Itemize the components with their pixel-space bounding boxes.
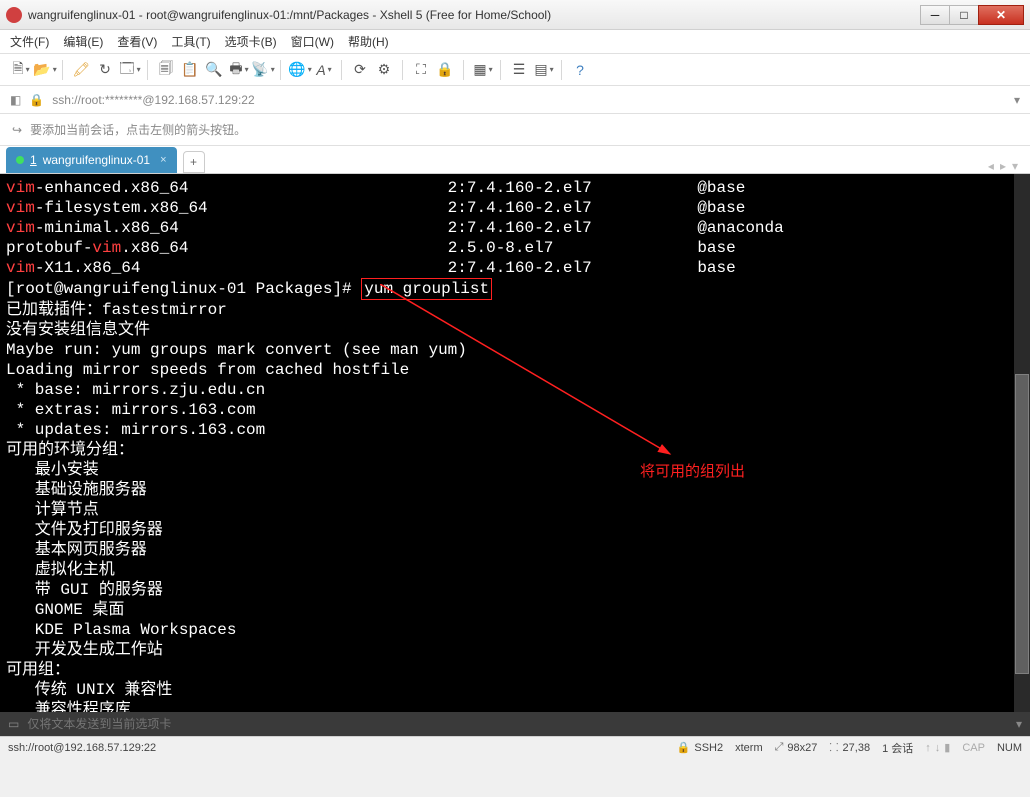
copy-icon[interactable]: 🗐	[156, 60, 176, 80]
tab-next-icon[interactable]: ▸	[1000, 159, 1006, 173]
annotation-text: 将可用的组列出	[640, 462, 745, 482]
minimize-button[interactable]	[920, 5, 950, 25]
layout-icon[interactable]: ▦	[472, 60, 492, 80]
send-target-icon[interactable]: ▭	[8, 717, 19, 731]
add-tab-button[interactable]: +	[183, 151, 205, 173]
window-buttons	[921, 5, 1024, 25]
hint-arrow-icon[interactable]: ↪	[12, 123, 22, 137]
send-input[interactable]	[27, 717, 1008, 731]
bar-icon[interactable]: ▮	[944, 741, 950, 754]
separator	[147, 60, 148, 80]
addr-tab-icon[interactable]: ◧	[10, 93, 21, 107]
globe-icon[interactable]: 🌐	[289, 60, 309, 80]
new-session-icon[interactable]: 🗎	[10, 60, 30, 80]
hint-bar: ↪ 要添加当前会话，点击左侧的箭头按钮。	[0, 114, 1030, 146]
status-pos: 27,38	[843, 742, 871, 754]
session-tab[interactable]: 1 wangruifenglinux-01 ×	[6, 147, 177, 173]
separator	[463, 60, 464, 80]
titlebar: wangruifenglinux-01 - root@wangruifengli…	[0, 0, 1030, 30]
print-icon[interactable]: 🖶	[228, 60, 248, 80]
list-icon[interactable]: ☰	[509, 60, 529, 80]
maximize-button[interactable]	[949, 5, 979, 25]
tab-prev-icon[interactable]: ◂	[988, 159, 994, 173]
separator	[500, 60, 501, 80]
separator	[280, 60, 281, 80]
font-icon[interactable]: A	[313, 60, 333, 80]
search-icon[interactable]: 🔍	[204, 60, 224, 80]
tab-menu-icon[interactable]: ▾	[1012, 159, 1018, 173]
properties-icon[interactable]: 🗔	[119, 60, 139, 80]
status-sessions: 1 会话	[882, 740, 913, 756]
tab-number: 1	[30, 153, 37, 167]
tab-close-icon[interactable]: ×	[160, 154, 166, 166]
app-icon	[6, 7, 22, 23]
status-term: xterm	[735, 742, 763, 754]
menu-tabs[interactable]: 选项卡(B)	[225, 33, 277, 50]
menu-edit[interactable]: 编辑(E)	[63, 33, 103, 50]
script-icon[interactable]: ⚙	[374, 60, 394, 80]
status-num: NUM	[997, 742, 1022, 754]
window-title: wangruifenglinux-01 - root@wangruifengli…	[28, 8, 921, 22]
menu-view[interactable]: 查看(V)	[117, 33, 157, 50]
menubar: 文件(F) 编辑(E) 查看(V) 工具(T) 选项卡(B) 窗口(W) 帮助(…	[0, 30, 1030, 54]
broadcast-icon[interactable]: 📡	[252, 60, 272, 80]
close-button[interactable]	[978, 5, 1024, 25]
tab-label: wangruifenglinux-01	[43, 153, 150, 167]
terminal-scrollbar[interactable]	[1014, 174, 1030, 712]
lock-icon: 🔒	[29, 93, 44, 107]
separator	[62, 60, 63, 80]
status-dot-icon	[16, 156, 24, 164]
address-bar: ◧ 🔒 ssh://root:********@192.168.57.129:2…	[0, 86, 1030, 114]
terminal[interactable]: vim-enhanced.x86_64 2:7.4.160-2.el7 @bas…	[0, 174, 1030, 712]
menu-file[interactable]: 文件(F)	[10, 33, 49, 50]
lock-icon[interactable]: 🔒	[435, 60, 455, 80]
separator	[341, 60, 342, 80]
paste-icon[interactable]: 📋	[180, 60, 200, 80]
menu-tools[interactable]: 工具(T)	[171, 33, 210, 50]
tab-nav: ◂ ▸ ▾	[982, 159, 1024, 173]
send-menu-icon[interactable]: ▾	[1016, 717, 1022, 731]
status-size: 98x27	[787, 742, 817, 754]
menu-help[interactable]: 帮助(H)	[348, 33, 389, 50]
highlight-icon[interactable]: 🖍	[71, 60, 91, 80]
transfer-icon[interactable]: ⟳	[350, 60, 370, 80]
pos-icon: ⸬	[829, 740, 838, 755]
size-icon: ⤢	[775, 741, 784, 754]
down-arrow-icon[interactable]: ↓	[935, 742, 941, 754]
hint-text: 要添加当前会话，点击左侧的箭头按钮。	[30, 121, 246, 138]
help-icon[interactable]: ?	[570, 60, 590, 80]
reconnect-icon[interactable]: ↻	[95, 60, 115, 80]
menu-window[interactable]: 窗口(W)	[291, 33, 334, 50]
separator	[402, 60, 403, 80]
status-ssh: SSH2	[694, 742, 723, 754]
grid-icon[interactable]: ▤	[533, 60, 553, 80]
open-folder-icon[interactable]: 📂	[34, 60, 54, 80]
fullscreen-icon[interactable]: ⛶	[411, 60, 431, 80]
send-bar: ▭ ▾	[0, 712, 1030, 736]
address-url[interactable]: ssh://root:********@192.168.57.129:22	[52, 93, 1006, 107]
lock-icon: 🔒	[677, 741, 691, 754]
address-dropdown-icon[interactable]: ▾	[1014, 93, 1020, 107]
tab-row: 1 wangruifenglinux-01 × + ◂ ▸ ▾	[0, 146, 1030, 174]
up-arrow-icon[interactable]: ↑	[925, 742, 931, 754]
status-connection: ssh://root@192.168.57.129:22	[8, 742, 156, 754]
status-cap: CAP	[962, 742, 985, 754]
status-bar: ssh://root@192.168.57.129:22 🔒SSH2 xterm…	[0, 736, 1030, 758]
toolbar: 🗎 📂 🖍 ↻ 🗔 🗐 📋 🔍 🖶 📡 🌐 A ⟳ ⚙ ⛶ 🔒 ▦ ☰ ▤ ?	[0, 54, 1030, 86]
separator	[561, 60, 562, 80]
